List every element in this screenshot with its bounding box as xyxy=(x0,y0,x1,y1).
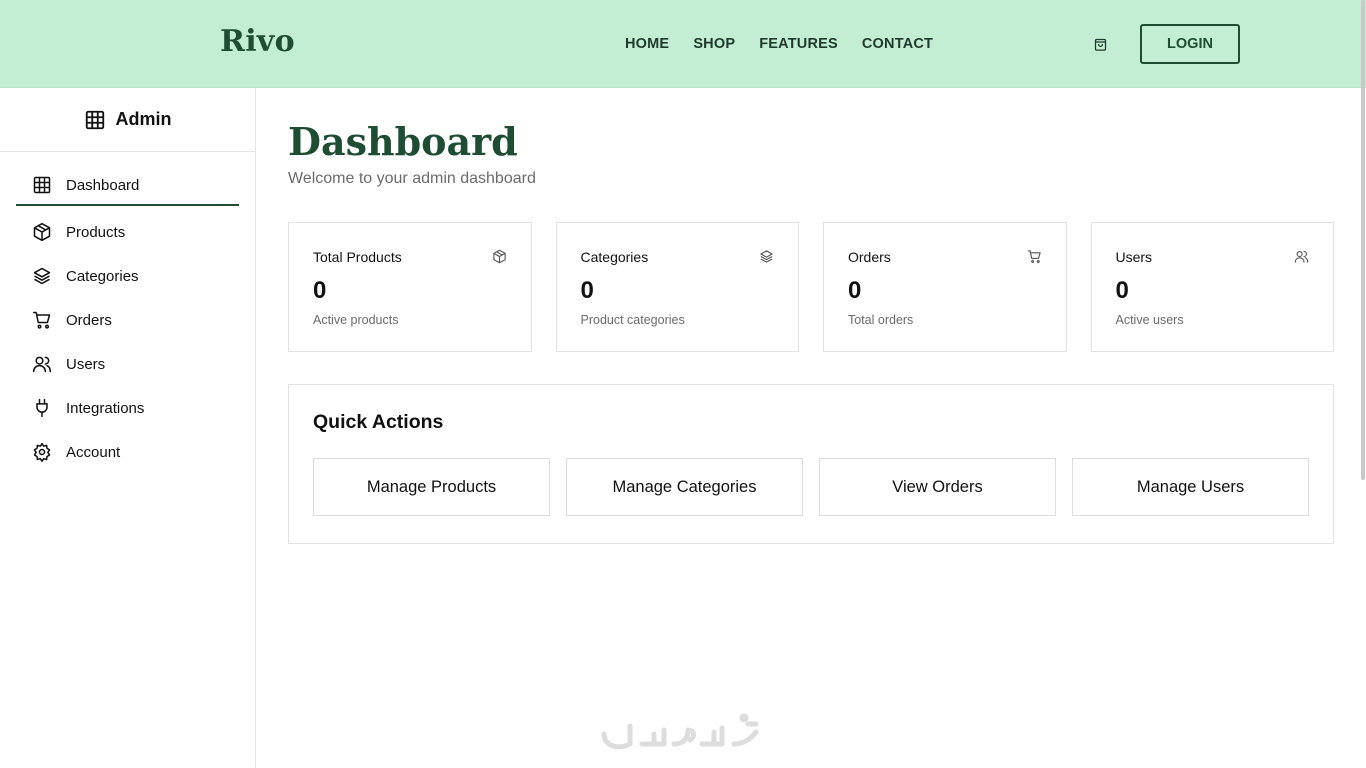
sidebar-item-label: Dashboard xyxy=(66,176,140,194)
plug-icon xyxy=(36,398,48,418)
stat-card-categories: Categories 0 Product categories xyxy=(555,222,799,352)
stat-card-orders: Orders 0 Total orders xyxy=(823,222,1067,352)
sidebar-item-label: Users xyxy=(66,355,106,373)
grid-icon xyxy=(33,176,51,194)
stats-row: Total Products 0 Active products Categor… xyxy=(288,222,1334,352)
manage-products-button[interactable]: Manage Products xyxy=(313,458,550,516)
sidebar-item-orders[interactable]: Orders xyxy=(16,298,239,342)
gear-icon xyxy=(33,442,51,462)
layers-icon xyxy=(33,267,51,285)
layers-icon xyxy=(760,250,773,263)
scrollbar-thumb[interactable] xyxy=(1361,0,1365,480)
sidebar-item-label: Categories xyxy=(66,267,139,285)
nav-link-features[interactable]: FEATURES xyxy=(759,36,838,52)
sidebar-item-integrations[interactable]: Integrations xyxy=(16,386,239,430)
stat-value: 0 xyxy=(848,277,862,304)
main-nav: HOME SHOP FEATURES CONTACT xyxy=(625,36,933,52)
admin-sidebar: Admin Dashboard Products Categories Orde… xyxy=(0,88,256,768)
sidebar-item-categories[interactable]: Categories xyxy=(16,254,239,298)
grid-icon xyxy=(85,110,104,129)
sidebar-item-label: Account xyxy=(66,443,121,461)
main-content: Dashboard Welcome to your admin dashboar… xyxy=(288,88,1334,544)
login-button[interactable]: LOGIN xyxy=(1140,24,1240,64)
sidebar-item-users[interactable]: Users xyxy=(16,342,239,386)
stat-desc: Product categories xyxy=(580,313,685,327)
stat-card-products: Total Products 0 Active products xyxy=(288,222,532,352)
sidebar-title: Admin xyxy=(115,109,172,129)
quick-actions-title: Quick Actions xyxy=(313,411,444,433)
view-orders-button[interactable]: View Orders xyxy=(819,458,1056,516)
brand-logo[interactable]: Rivo xyxy=(220,24,295,59)
cart-icon xyxy=(32,311,51,329)
sidebar-item-products[interactable]: Products xyxy=(16,210,239,254)
stat-desc: Total orders xyxy=(848,313,914,327)
box-icon xyxy=(492,249,506,264)
stat-value: 0 xyxy=(313,277,327,304)
nav-link-home[interactable]: HOME xyxy=(625,36,669,52)
stat-label: Users xyxy=(1115,249,1153,265)
users-icon xyxy=(1294,250,1309,263)
nav-link-shop[interactable]: SHOP xyxy=(693,36,735,52)
stat-card-users: Users 0 Active users xyxy=(1090,222,1334,352)
page-title: Dashboard xyxy=(288,119,518,164)
sidebar-item-label: Integrations xyxy=(66,399,145,417)
stat-label: Categories xyxy=(580,249,649,265)
sidebar-item-account[interactable]: Account xyxy=(16,430,239,474)
stat-desc: Active users xyxy=(1115,313,1184,327)
quick-actions-row: Manage Products Manage Categories View O… xyxy=(313,458,1309,516)
manage-categories-button[interactable]: Manage Categories xyxy=(566,458,803,516)
quick-actions-panel: Quick Actions Manage Products Manage Cat… xyxy=(288,384,1334,544)
stat-value: 0 xyxy=(1115,277,1129,304)
sidebar-item-label: Orders xyxy=(66,311,112,329)
stat-label: Total Products xyxy=(313,249,402,265)
page-subtitle: Welcome to your admin dashboard xyxy=(288,170,536,187)
sidebar-item-dashboard[interactable]: Dashboard xyxy=(16,166,239,206)
users-icon xyxy=(32,356,52,373)
stat-desc: Active products xyxy=(313,313,399,327)
cart-button[interactable] xyxy=(1090,35,1110,53)
sidebar-header: Admin xyxy=(0,88,255,152)
nav-link-contact[interactable]: CONTACT xyxy=(862,36,933,52)
box-icon xyxy=(33,222,51,242)
stat-label: Orders xyxy=(848,249,891,265)
stat-value: 0 xyxy=(580,277,594,304)
sidebar-nav: Dashboard Products Categories Orders Use… xyxy=(0,152,255,474)
cart-icon xyxy=(1027,250,1041,263)
page-scrollbar[interactable] xyxy=(1360,0,1366,768)
watermark-logo xyxy=(601,713,759,750)
sidebar-item-label: Products xyxy=(66,223,126,241)
manage-users-button[interactable]: Manage Users xyxy=(1072,458,1309,516)
shopping-bag-icon xyxy=(1094,38,1106,51)
top-navbar: Rivo HOME SHOP FEATURES CONTACT LOGIN xyxy=(0,0,1366,88)
